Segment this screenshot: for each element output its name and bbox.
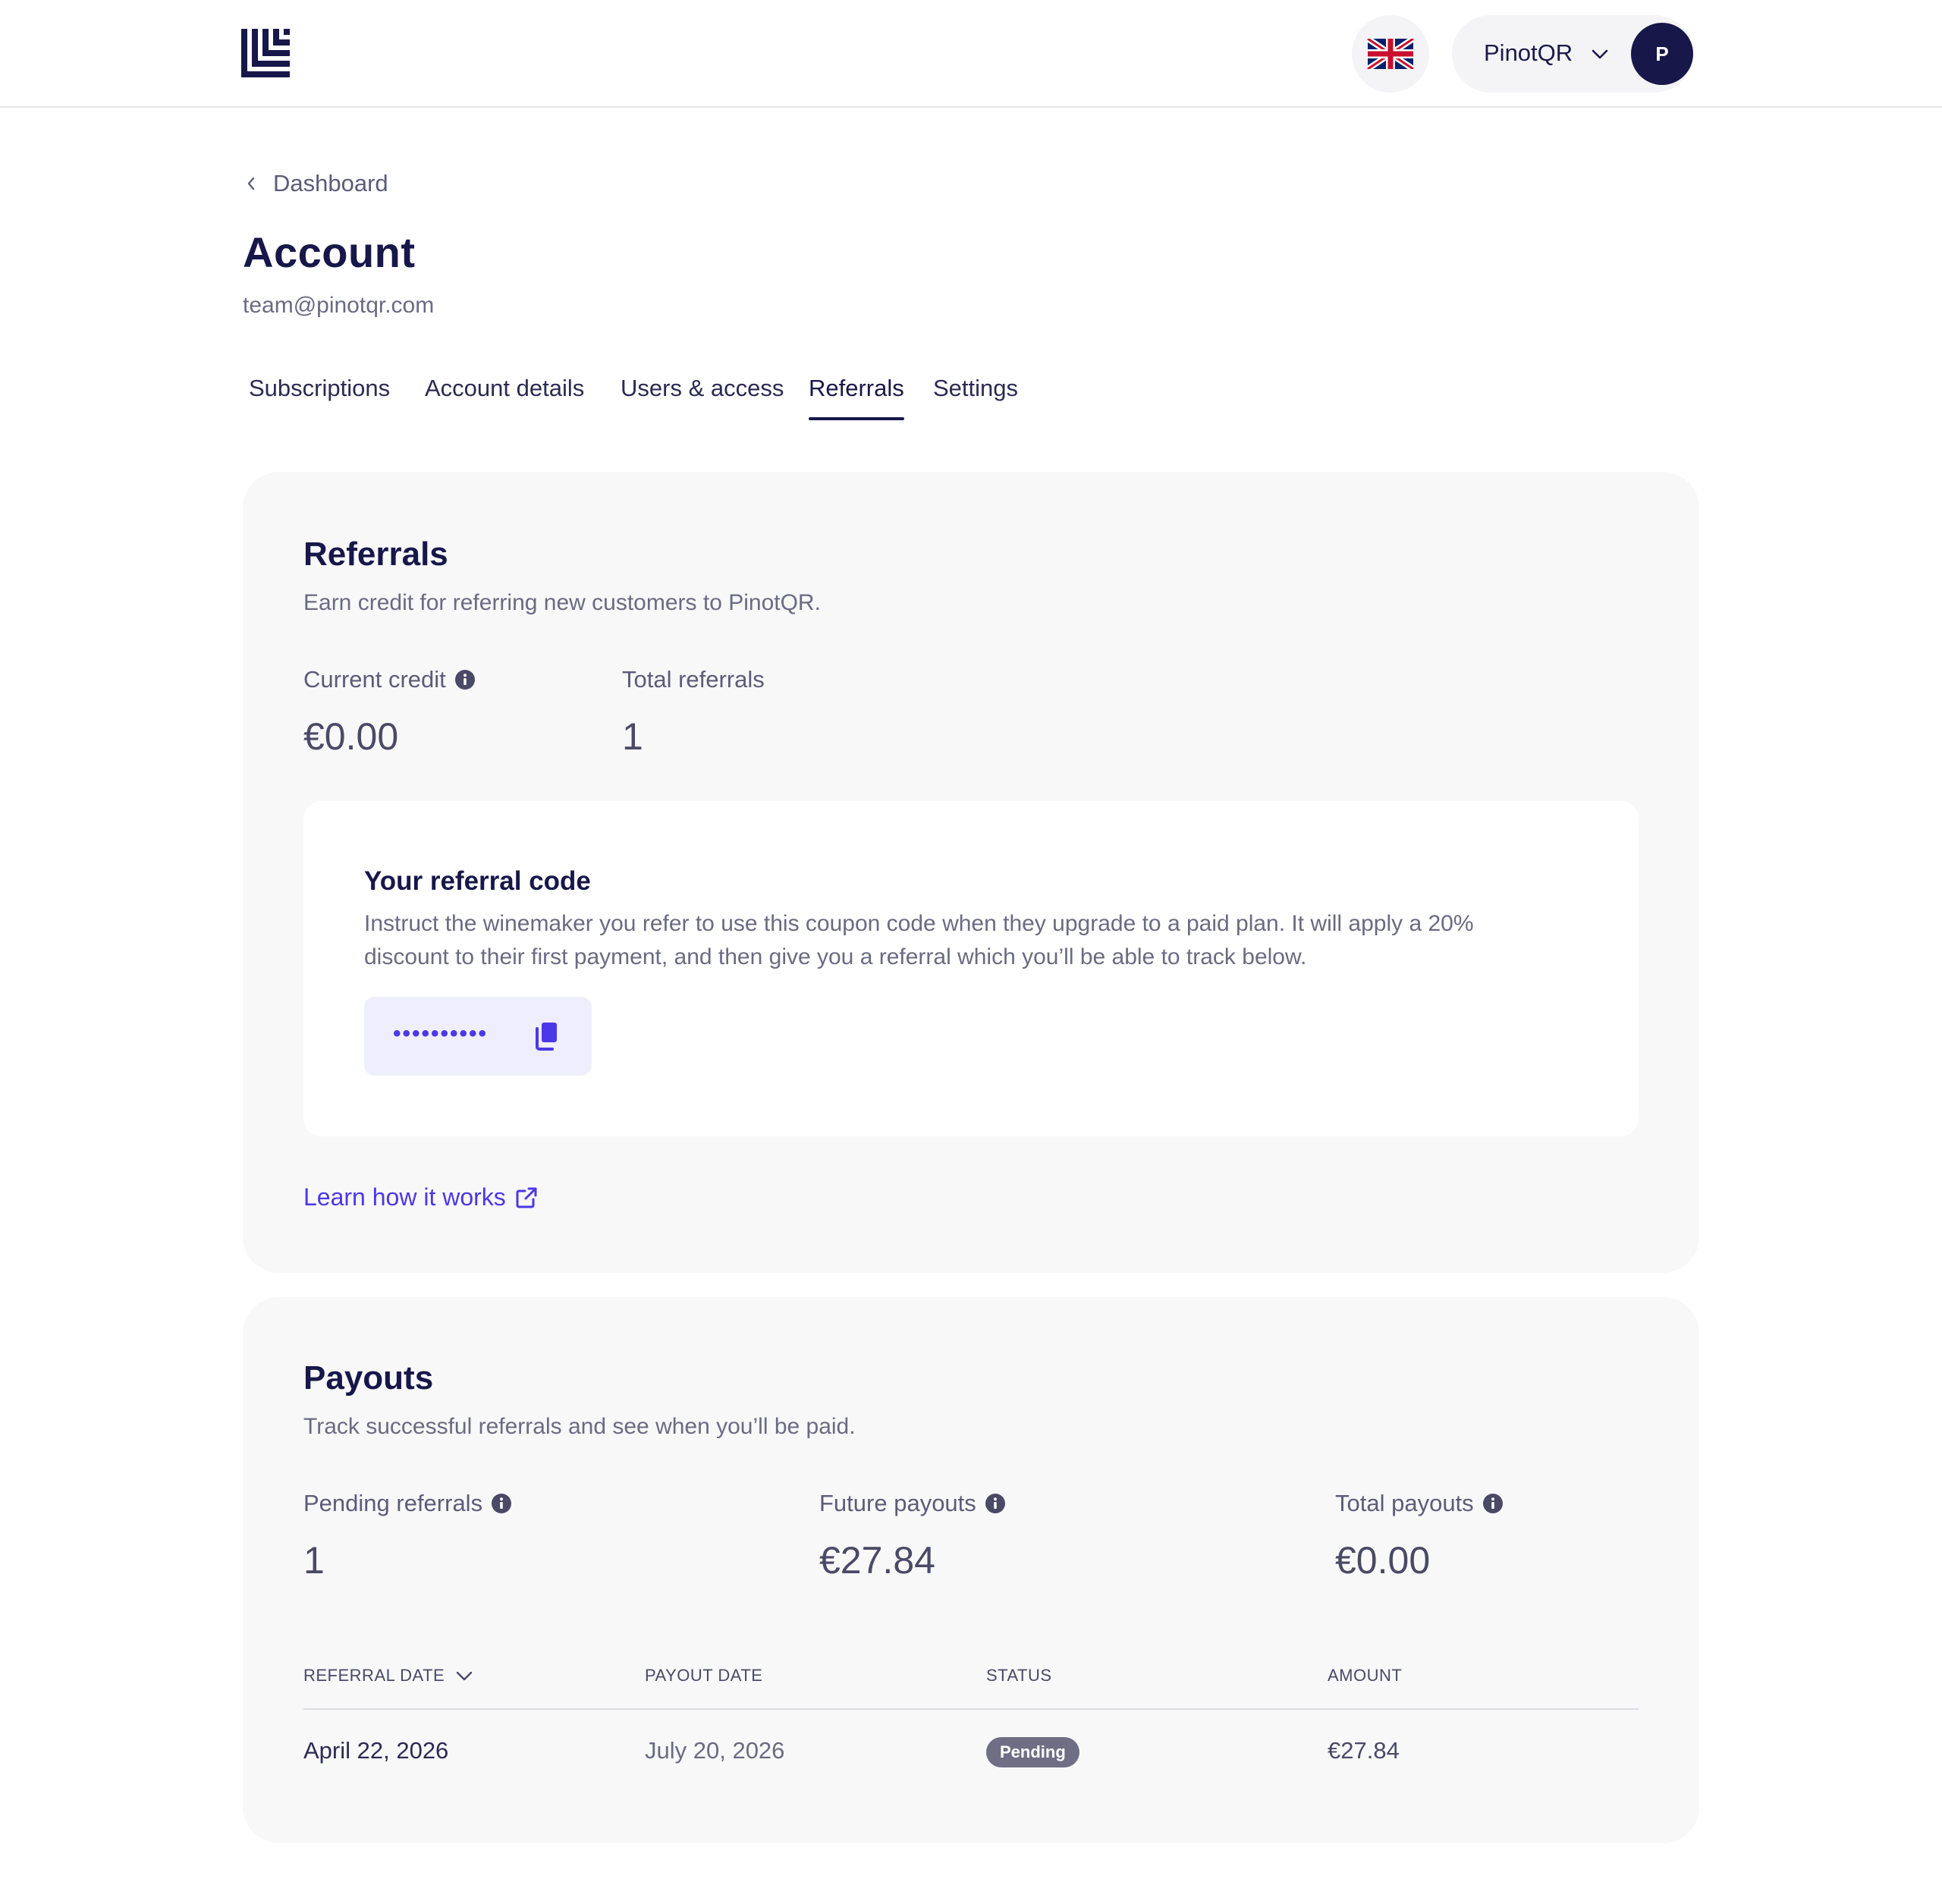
breadcrumb[interactable]: Dashboard: [244, 170, 388, 197]
table-row: April 22, 2026 July 20, 2026 Pending €27…: [303, 1710, 1639, 1795]
cell-referral-date: April 22, 2026: [303, 1737, 449, 1764]
learn-link-label: Learn how it works: [303, 1183, 506, 1211]
referral-code-field[interactable]: ••••••••••: [364, 997, 592, 1076]
future-payouts-value: €27.84: [819, 1539, 935, 1582]
table-header-row: REFERRAL DATE PAYOUT DATE STATUS AMOUNT: [303, 1666, 1639, 1710]
current-credit-label: Current credit: [303, 666, 446, 693]
chevron-down-icon: [1592, 49, 1608, 59]
account-email: team@pinotqr.com: [243, 293, 435, 318]
uk-flag-icon: [1367, 39, 1414, 69]
external-link-icon: [516, 1187, 537, 1208]
future-payouts-stat: Future payouts €27.84: [819, 1490, 1005, 1582]
account-name: PinotQR: [1484, 39, 1573, 66]
header-payout-date: PAYOUT DATE: [645, 1666, 763, 1685]
total-referrals-label: Total referrals: [622, 666, 765, 693]
payouts-title: Payouts: [303, 1359, 434, 1397]
info-icon[interactable]: [1482, 1494, 1503, 1513]
referral-code-title: Your referral code: [364, 866, 591, 896]
sort-chevron-down-icon: [457, 1671, 473, 1681]
chevron-left-icon: [247, 177, 255, 190]
top-bar: PinotQR P: [0, 0, 1942, 108]
active-tab-indicator: [809, 417, 904, 420]
cell-payout-date: July 20, 2026: [645, 1737, 785, 1764]
current-credit-value: €0.00: [303, 715, 399, 758]
pending-referrals-value: 1: [303, 1539, 325, 1582]
referrals-title: Referrals: [303, 536, 448, 573]
future-payouts-label: Future payouts: [819, 1490, 976, 1516]
header-status: STATUS: [986, 1666, 1052, 1685]
info-icon[interactable]: [454, 670, 475, 690]
referral-code-panel: Your referral code Instruct the winemake…: [303, 801, 1639, 1136]
header-amount: AMOUNT: [1328, 1666, 1403, 1685]
language-button[interactable]: [1352, 15, 1429, 93]
status-badge: Pending: [986, 1737, 1079, 1767]
current-credit-stat: Current credit €0.00: [303, 666, 475, 759]
info-icon[interactable]: [492, 1494, 512, 1513]
total-payouts-stat: Total payouts €0.00: [1335, 1490, 1503, 1582]
learn-how-it-works-link[interactable]: Learn how it works: [303, 1183, 538, 1211]
tab-users-access[interactable]: Users & access: [621, 375, 784, 402]
cell-amount: €27.84: [1328, 1737, 1400, 1764]
copy-icon[interactable]: [533, 1021, 560, 1051]
referral-code-masked: ••••••••••: [393, 1021, 489, 1046]
referrals-subtitle: Earn credit for referring new customers …: [303, 590, 821, 615]
tab-settings[interactable]: Settings: [933, 375, 1018, 402]
total-referrals-stat: Total referrals 1: [622, 666, 765, 759]
pending-referrals-stat: Pending referrals 1: [303, 1490, 512, 1582]
page-title: Account: [243, 228, 416, 276]
payouts-card: Payouts Track successful referrals and s…: [243, 1297, 1699, 1843]
breadcrumb-dashboard-link[interactable]: Dashboard: [273, 170, 388, 197]
brand-logo-icon[interactable]: [241, 29, 290, 77]
referrals-card: Referrals Earn credit for referring new …: [243, 472, 1699, 1273]
avatar[interactable]: P: [1631, 23, 1693, 85]
info-icon[interactable]: [985, 1494, 1005, 1513]
total-referrals-value: 1: [622, 715, 643, 758]
header-referral-date-label: REFERRAL DATE: [303, 1666, 445, 1685]
pending-referrals-label: Pending referrals: [303, 1490, 483, 1516]
total-payouts-value: €0.00: [1335, 1539, 1431, 1582]
header-referral-date[interactable]: REFERRAL DATE: [303, 1666, 473, 1686]
payouts-subtitle: Track successful referrals and see when …: [303, 1414, 856, 1439]
account-menu-button[interactable]: PinotQR P: [1452, 15, 1693, 93]
referral-code-description: Instruct the winemaker you refer to use …: [364, 911, 1474, 969]
tab-subscriptions[interactable]: Subscriptions: [249, 375, 390, 402]
tab-account-details[interactable]: Account details: [425, 375, 584, 402]
tab-referrals[interactable]: Referrals: [809, 375, 904, 402]
total-payouts-label: Total payouts: [1335, 1490, 1474, 1516]
